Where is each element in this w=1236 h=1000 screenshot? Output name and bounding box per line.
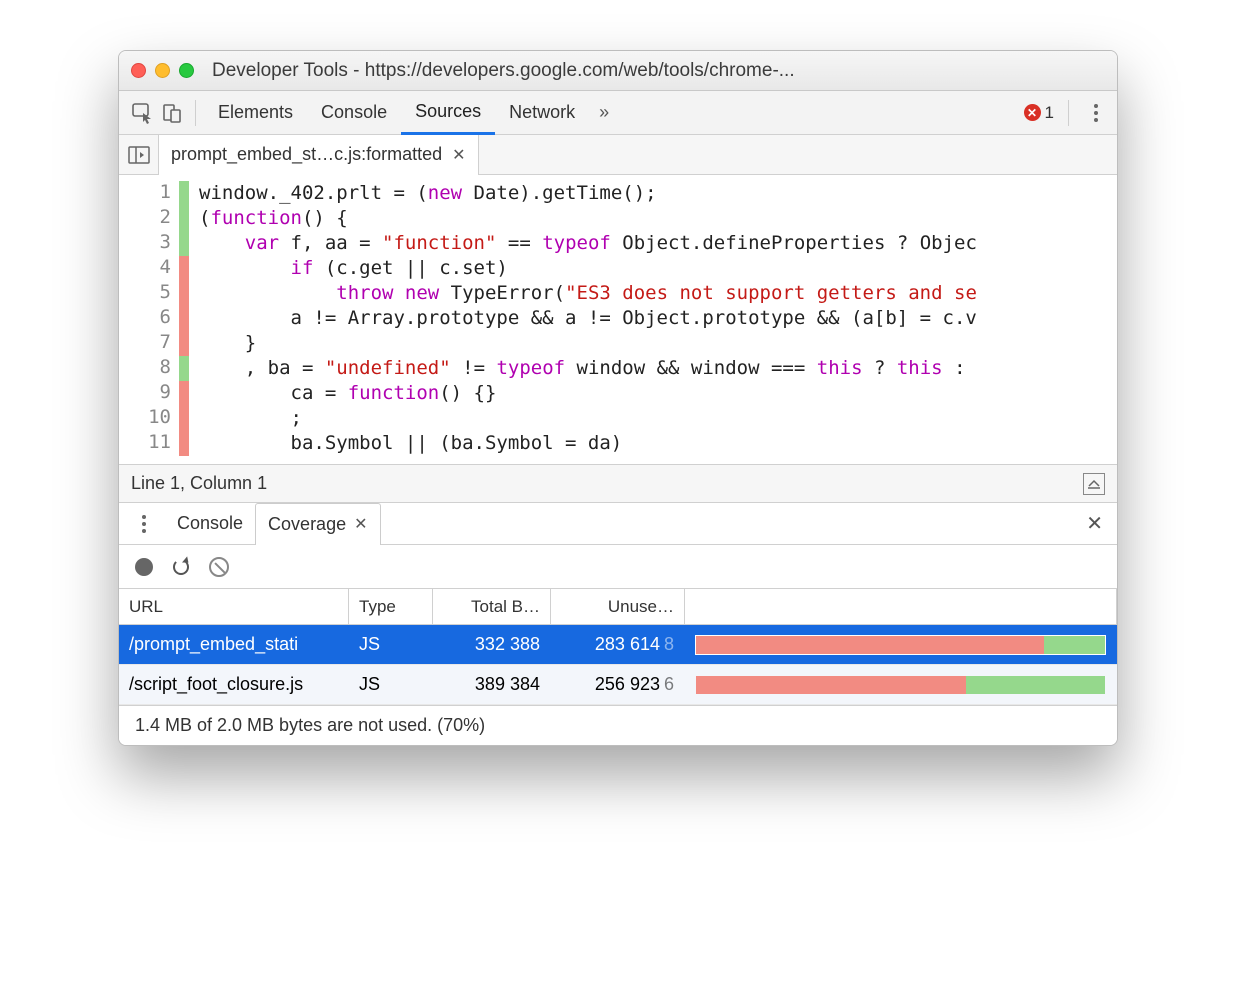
main-toolbar: Elements Console Sources Network » ✕ 1 [119, 91, 1117, 135]
tab-console[interactable]: Console [307, 91, 401, 135]
coverage-total: 332 388 [433, 625, 551, 664]
expand-icon[interactable] [1083, 473, 1105, 495]
error-badge[interactable]: ✕ 1 [1024, 103, 1054, 123]
drawer-tabs: Console Coverage ✕ ✕ [119, 503, 1117, 545]
toolbar-separator [1068, 100, 1069, 126]
reload-icon[interactable] [171, 557, 191, 577]
settings-menu-button[interactable] [1083, 100, 1109, 126]
record-icon[interactable] [135, 558, 153, 576]
coverage-summary: 1.4 MB of 2.0 MB bytes are not used. (70… [119, 705, 1117, 745]
cursor-position: Line 1, Column 1 [131, 473, 267, 494]
coverage-row[interactable]: /script_foot_closure.jsJS389 384256 9236 [119, 665, 1117, 705]
zoom-window-button[interactable] [179, 63, 194, 78]
tab-network[interactable]: Network [495, 91, 589, 135]
coverage-type: JS [349, 665, 433, 704]
error-count: 1 [1045, 103, 1054, 123]
code-editor[interactable]: 1234567891011 window._402.prlt = (new Da… [119, 175, 1117, 465]
drawer-menu-button[interactable] [131, 511, 157, 537]
coverage-total: 389 384 [433, 665, 551, 704]
header-bar [685, 589, 1117, 624]
line-gutter: 1234567891011 [119, 175, 179, 464]
close-icon[interactable]: ✕ [354, 514, 367, 534]
drawer-tab-label: Coverage [268, 514, 346, 535]
file-tabs: prompt_embed_st…c.js:formatted ✕ [119, 135, 1117, 175]
coverage-url: /prompt_embed_stati [119, 625, 349, 664]
window-controls [131, 63, 194, 78]
coverage-url: /script_foot_closure.js [119, 665, 349, 704]
close-window-button[interactable] [131, 63, 146, 78]
header-unused[interactable]: Unuse… [551, 589, 685, 624]
device-toggle-icon[interactable] [157, 98, 187, 128]
coverage-type: JS [349, 625, 433, 664]
inspect-icon[interactable] [127, 98, 157, 128]
header-type[interactable]: Type [349, 589, 433, 624]
coverage-bar [685, 665, 1117, 704]
tabs-overflow-button[interactable]: » [589, 102, 619, 123]
file-tab-label: prompt_embed_st…c.js:formatted [171, 144, 442, 165]
clear-icon[interactable] [209, 557, 229, 577]
drawer-close-icon[interactable]: ✕ [1076, 511, 1113, 536]
drawer-tab-coverage[interactable]: Coverage ✕ [255, 503, 380, 545]
coverage-toolbar [119, 545, 1117, 589]
devtools-window: Developer Tools - https://developers.goo… [118, 50, 1118, 746]
window-title: Developer Tools - https://developers.goo… [212, 60, 795, 82]
close-icon[interactable]: ✕ [452, 145, 465, 165]
coverage-table-header: URL Type Total B… Unuse… [119, 589, 1117, 625]
coverage-unused: 283 6148 [551, 625, 685, 664]
coverage-row[interactable]: /prompt_embed_statiJS332 388283 6148 [119, 625, 1117, 665]
code-content[interactable]: window._402.prlt = (new Date).getTime();… [189, 175, 1117, 464]
header-url[interactable]: URL [119, 589, 349, 624]
navigator-toggle-icon[interactable] [119, 135, 159, 175]
minimize-window-button[interactable] [155, 63, 170, 78]
editor-statusbar: Line 1, Column 1 [119, 465, 1117, 503]
tab-sources[interactable]: Sources [401, 91, 495, 135]
coverage-bar [685, 625, 1117, 664]
titlebar[interactable]: Developer Tools - https://developers.goo… [119, 51, 1117, 91]
tab-elements[interactable]: Elements [204, 91, 307, 135]
error-icon: ✕ [1024, 104, 1041, 121]
header-total[interactable]: Total B… [433, 589, 551, 624]
file-tab[interactable]: prompt_embed_st…c.js:formatted ✕ [159, 135, 479, 175]
coverage-unused: 256 9236 [551, 665, 685, 704]
drawer-tab-console[interactable]: Console [165, 503, 255, 545]
coverage-gutter [179, 175, 189, 464]
coverage-table-body: /prompt_embed_statiJS332 388283 6148/scr… [119, 625, 1117, 705]
toolbar-separator [195, 100, 196, 126]
